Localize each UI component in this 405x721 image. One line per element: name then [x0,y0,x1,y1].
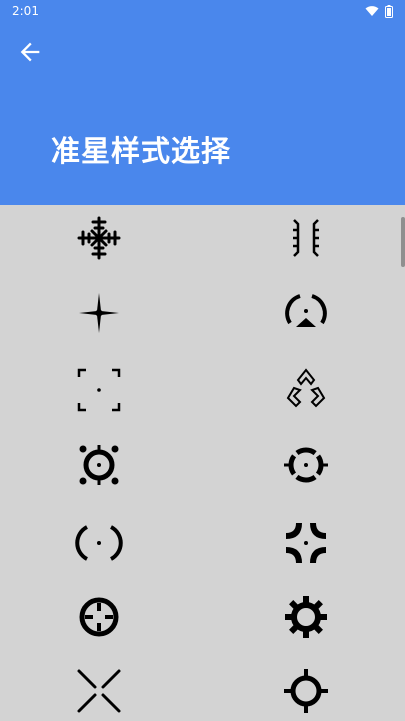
crosshair-arc-dot[interactable] [276,283,336,343]
crosshair-grid [0,205,405,720]
crosshair-gear[interactable] [276,587,336,647]
snowflake-crosshair-icon [77,216,121,260]
bracket-lines-crosshair-icon [293,219,319,257]
crosshair-snowflake[interactable] [69,208,129,268]
propeller-crosshair-icon [79,293,119,333]
crosshair-ring-notches[interactable] [69,587,129,647]
corner-brackets-crosshair-icon [77,368,121,412]
page-title: 准星样式选择 [51,134,232,168]
wifi-icon [365,6,379,16]
ring-ticks-crosshair-icon [284,669,328,713]
arrow-left-icon [20,42,40,62]
battery-icon [385,4,393,18]
crosshair-bracket-lines[interactable] [276,208,336,268]
crosshair-corner-brackets[interactable] [69,360,129,420]
curved-corners-crosshair-icon [286,523,326,563]
crosshair-curved-corners[interactable] [276,513,336,573]
circle-studs-crosshair-icon [79,445,119,485]
back-button[interactable] [8,32,52,72]
crosshair-cross-x[interactable] [69,661,129,721]
crosshair-triple-wing[interactable] [276,360,336,420]
crosshair-split-ring[interactable] [276,435,336,495]
crosshair-parenthesis[interactable] [69,513,129,573]
crosshair-propeller[interactable] [69,283,129,343]
triple-wing-crosshair-icon [286,368,326,408]
cross-x-crosshair-icon [77,669,121,713]
status-icons [365,4,393,18]
crosshair-ring-ticks[interactable] [276,661,336,721]
parenthesis-crosshair-icon [75,525,123,561]
ring-notches-crosshair-icon [79,597,119,637]
status-bar: 2:01 [0,0,405,22]
app-header: 准星样式选择 [0,22,405,205]
status-time: 2:01 [12,4,39,18]
arc-dot-crosshair-icon [285,294,327,327]
scrollbar-thumb[interactable] [401,217,405,267]
gear-crosshair-icon [285,596,327,638]
crosshair-circle-studs[interactable] [69,435,129,495]
split-ring-crosshair-icon [284,447,328,483]
